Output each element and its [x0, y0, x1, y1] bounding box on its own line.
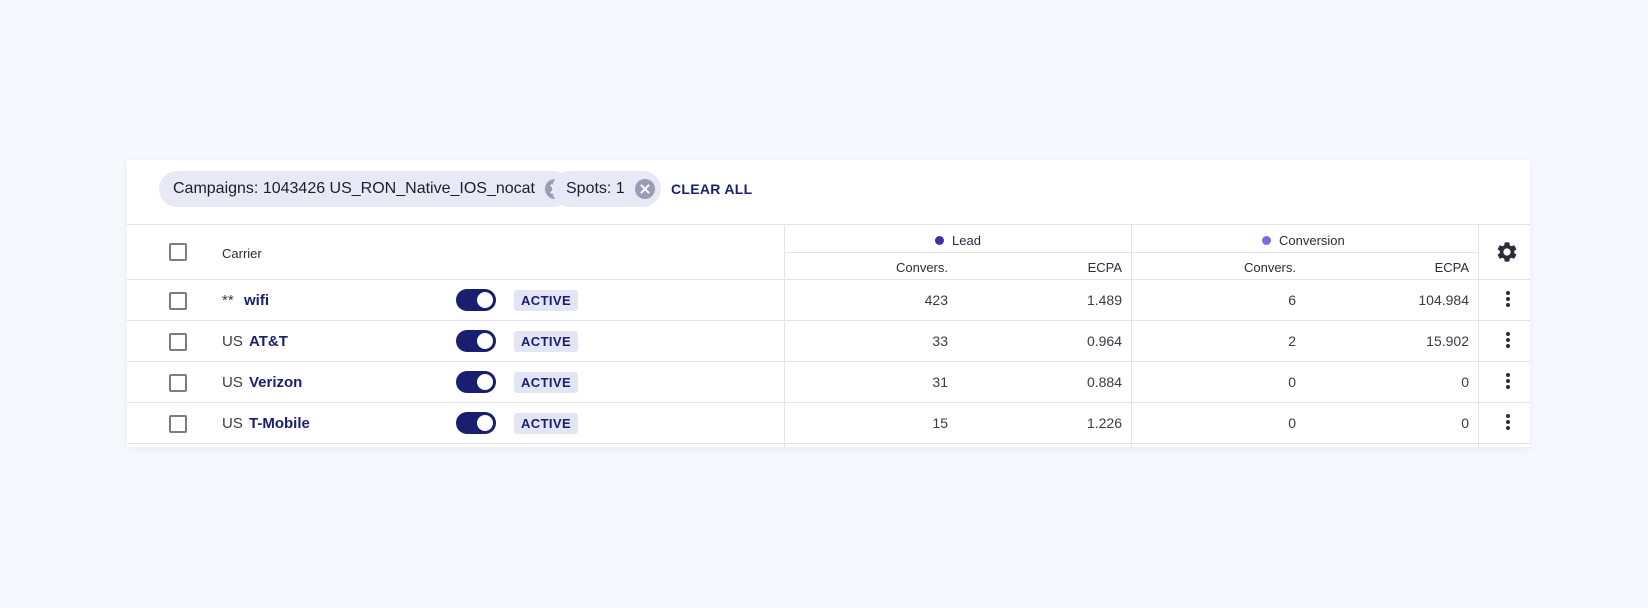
status-badge: ACTIVE: [514, 331, 579, 352]
conversion-convers-header[interactable]: Convers.: [1244, 260, 1296, 275]
status-toggle[interactable]: [456, 289, 496, 311]
lead-group-header: Lead: [935, 233, 981, 248]
conversion-group-header: Conversion: [1262, 233, 1345, 248]
country-code: US: [222, 333, 243, 350]
lead-dot-icon: [935, 236, 944, 245]
lead-ecpa-value: 0.964: [1086, 333, 1122, 349]
conversion-convers-value: 0: [1288, 374, 1296, 390]
lead-convers-value: 423: [924, 292, 948, 308]
lead-ecpa-header[interactable]: ECPA: [1088, 260, 1122, 275]
country-code: US: [222, 374, 243, 391]
lead-ecpa-value: 1.489: [1086, 292, 1122, 308]
table-row: US AT&T ACTIVE 33 0.964 2 15.902: [127, 321, 1530, 362]
conversion-ecpa-value: 0: [1461, 374, 1469, 390]
lead-ecpa-value: 1.226: [1086, 415, 1122, 431]
filter-chip-label: Spots: 1: [566, 180, 625, 197]
active-filters-bar: Campaigns: 1043426 US_RON_Native_IOS_noc…: [127, 160, 1530, 225]
status-toggle[interactable]: [456, 371, 496, 393]
lead-ecpa-value: 0.884: [1086, 374, 1122, 390]
row-checkbox[interactable]: [169, 415, 187, 433]
carrier-name-link[interactable]: AT&T: [249, 333, 288, 350]
status-toggle[interactable]: [456, 412, 496, 434]
country-code: US: [222, 415, 243, 432]
filter-chip-label: Campaigns: 1043426 US_RON_Native_IOS_noc…: [173, 180, 535, 197]
lead-convers-value: 31: [932, 374, 948, 390]
carrier-name-link[interactable]: T-Mobile: [249, 415, 310, 432]
table-row: ** wifi ACTIVE 423 1.489 6 104.984: [127, 280, 1530, 321]
gear-icon[interactable]: [1495, 240, 1519, 264]
close-icon[interactable]: [634, 179, 655, 199]
more-options-icon[interactable]: [1505, 290, 1511, 310]
row-checkbox[interactable]: [169, 374, 187, 392]
conversion-group-label: Conversion: [1279, 233, 1345, 248]
filter-chip-spots[interactable]: Spots: 1: [552, 171, 661, 207]
conversion-convers-value: 2: [1288, 333, 1296, 349]
carrier-column-header[interactable]: Carrier: [222, 246, 262, 261]
clear-all-button[interactable]: CLEAR ALL: [671, 181, 753, 197]
status-badge: ACTIVE: [514, 290, 579, 311]
more-options-icon[interactable]: [1505, 331, 1511, 351]
conversion-ecpa-value: 0: [1461, 415, 1469, 431]
country-code: **: [222, 292, 234, 309]
status-badge: ACTIVE: [514, 372, 579, 393]
more-options-icon[interactable]: [1505, 372, 1511, 392]
carrier-report-card: Campaigns: 1043426 US_RON_Native_IOS_noc…: [127, 160, 1530, 447]
conversion-ecpa-header[interactable]: ECPA: [1435, 260, 1469, 275]
status-badge: ACTIVE: [514, 413, 579, 434]
more-options-icon[interactable]: [1505, 413, 1511, 433]
lead-convers-header[interactable]: Convers.: [896, 260, 948, 275]
group-header-divider: [784, 252, 1478, 253]
carrier-name-link[interactable]: wifi: [244, 292, 269, 309]
carrier-name-link[interactable]: Verizon: [249, 374, 302, 391]
conversion-ecpa-value: 15.902: [1426, 333, 1469, 349]
conversion-ecpa-value: 104.984: [1418, 292, 1469, 308]
table-row: US T-Mobile ACTIVE 15 1.226 0 0: [127, 403, 1530, 444]
row-checkbox[interactable]: [169, 292, 187, 310]
conversion-convers-value: 6: [1288, 292, 1296, 308]
select-all-checkbox[interactable]: [169, 243, 187, 261]
lead-group-label: Lead: [952, 233, 981, 248]
table-row: US Verizon ACTIVE 31 0.884 0 0: [127, 362, 1530, 403]
lead-convers-value: 15: [932, 415, 948, 431]
filter-chip-campaigns[interactable]: Campaigns: 1043426 US_RON_Native_IOS_noc…: [159, 171, 571, 207]
conversion-dot-icon: [1262, 236, 1271, 245]
conversion-convers-value: 0: [1288, 415, 1296, 431]
row-checkbox[interactable]: [169, 333, 187, 351]
lead-convers-value: 33: [932, 333, 948, 349]
status-toggle[interactable]: [456, 330, 496, 352]
